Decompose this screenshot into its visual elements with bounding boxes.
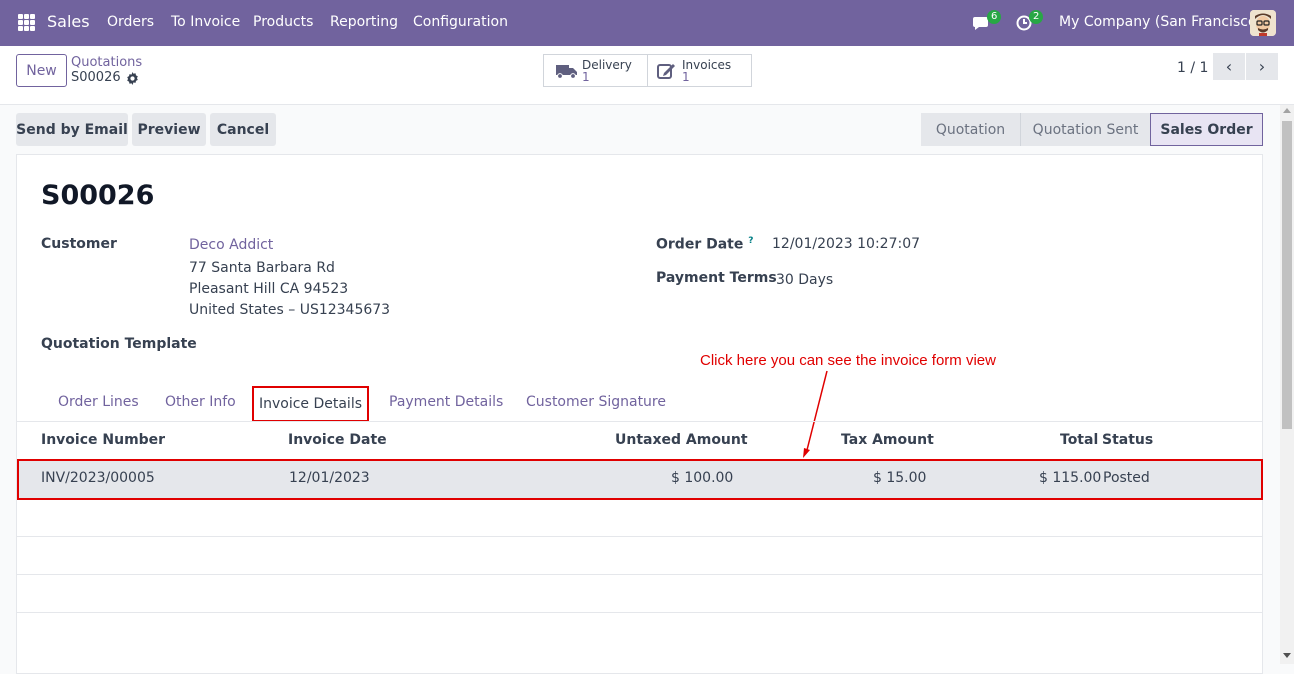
column-untaxed-amount[interactable]: Untaxed Amount	[615, 432, 748, 448]
cell-status: Posted	[1103, 470, 1150, 486]
cell-invoice-date: 12/01/2023	[289, 470, 370, 486]
tab-customer-signature[interactable]: Customer Signature	[526, 394, 666, 410]
address-line-1: 77 Santa Barbara Rd	[189, 260, 335, 276]
cell-untaxed-amount: $ 100.00	[671, 470, 734, 486]
delivery-smart-button[interactable]: Delivery 1	[543, 54, 648, 87]
order-date-label: Order Date ?	[656, 236, 754, 253]
gear-icon[interactable]	[126, 72, 139, 89]
menu-reporting[interactable]: Reporting	[330, 14, 398, 30]
company-switcher[interactable]: My Company (San Francisco)	[1059, 14, 1262, 30]
quotation-template-label: Quotation Template	[41, 336, 197, 352]
cancel-button[interactable]: Cancel	[210, 113, 276, 146]
preview-button[interactable]: Preview	[132, 113, 206, 146]
menu-to-invoice[interactable]: To Invoice	[171, 14, 240, 30]
empty-row-divider	[17, 574, 1262, 575]
annotation-text: Click here you can see the invoice form …	[700, 352, 996, 369]
stage-sales-order[interactable]: Sales Order	[1150, 113, 1263, 146]
control-panel: New Quotations S00026 Delivery 1 Invoice…	[0, 46, 1294, 105]
send-by-email-button[interactable]: Send by Email	[16, 113, 128, 146]
tab-payment-details[interactable]: Payment Details	[389, 394, 503, 410]
app-title[interactable]: Sales	[47, 12, 90, 31]
top-navbar: Sales Orders To Invoice Products Reporti…	[0, 0, 1294, 46]
pager-value[interactable]: 1 / 1	[1177, 60, 1208, 76]
customer-label: Customer	[41, 236, 117, 252]
annotation-arrow	[803, 370, 828, 458]
form-sheet	[16, 154, 1263, 674]
invoices-count: 1	[682, 69, 690, 84]
scroll-up-arrow-icon[interactable]	[1283, 108, 1291, 113]
help-tooltip-icon[interactable]: ?	[748, 236, 753, 246]
invoices-smart-button[interactable]: Invoices 1	[647, 54, 752, 87]
tab-invoice-details[interactable]: Invoice Details	[252, 386, 369, 422]
empty-row-divider	[17, 612, 1262, 613]
delivery-label: Delivery	[582, 57, 632, 72]
invoices-label: Invoices	[682, 57, 732, 72]
column-invoice-date[interactable]: Invoice Date	[288, 432, 387, 448]
cell-tax-amount: $ 15.00	[873, 470, 927, 486]
breadcrumb-current: S00026	[71, 70, 121, 85]
new-button[interactable]: New	[16, 54, 67, 87]
menu-orders[interactable]: Orders	[107, 14, 154, 30]
order-title: S00026	[41, 180, 155, 211]
tab-order-lines[interactable]: Order Lines	[58, 394, 139, 410]
address-line-2: Pleasant Hill CA 94523	[189, 281, 349, 297]
cell-invoice-number: INV/2023/00005	[41, 470, 155, 486]
truck-icon	[554, 63, 580, 79]
chevron-right-icon: ›	[1258, 57, 1266, 76]
pager-previous-button[interactable]: ‹	[1213, 53, 1245, 80]
menu-products[interactable]: Products	[253, 14, 313, 30]
empty-row-divider	[17, 536, 1262, 537]
stage-quotation-sent[interactable]: Quotation Sent	[1020, 113, 1150, 146]
cell-total: $ 115.00	[1039, 470, 1102, 486]
customer-link[interactable]: Deco Addict	[189, 237, 273, 253]
column-status[interactable]: Status	[1102, 432, 1153, 448]
status-bar: Quotation Quotation Sent Sales Order	[921, 113, 1263, 146]
payment-terms-value[interactable]: 30 Days	[776, 272, 833, 288]
chevron-left-icon: ‹	[1225, 57, 1233, 76]
payment-terms-label: Payment Terms	[656, 270, 777, 286]
user-avatar[interactable]	[1250, 10, 1276, 36]
scrollbar-thumb[interactable]	[1282, 121, 1292, 429]
stage-quotation[interactable]: Quotation	[921, 113, 1020, 146]
delivery-count: 1	[582, 69, 590, 84]
menu-configuration[interactable]: Configuration	[413, 14, 508, 30]
breadcrumb-quotations[interactable]: Quotations	[71, 55, 142, 70]
pager-next-button[interactable]: ›	[1246, 53, 1278, 80]
scroll-down-arrow-icon[interactable]	[1283, 653, 1291, 658]
order-date-value: 12/01/2023 10:27:07	[772, 236, 921, 252]
activities-badge: 2	[1029, 10, 1044, 24]
tab-divider	[17, 421, 1262, 422]
column-invoice-number[interactable]: Invoice Number	[41, 432, 165, 448]
column-tax-amount[interactable]: Tax Amount	[841, 432, 934, 448]
tab-other-info[interactable]: Other Info	[165, 394, 236, 410]
address-line-3: United States – US12345673	[189, 302, 391, 318]
messages-badge: 6	[987, 10, 1002, 24]
column-total[interactable]: Total	[1060, 432, 1098, 448]
apps-grid-icon[interactable]	[18, 14, 35, 31]
pencil-square-icon	[654, 62, 680, 80]
